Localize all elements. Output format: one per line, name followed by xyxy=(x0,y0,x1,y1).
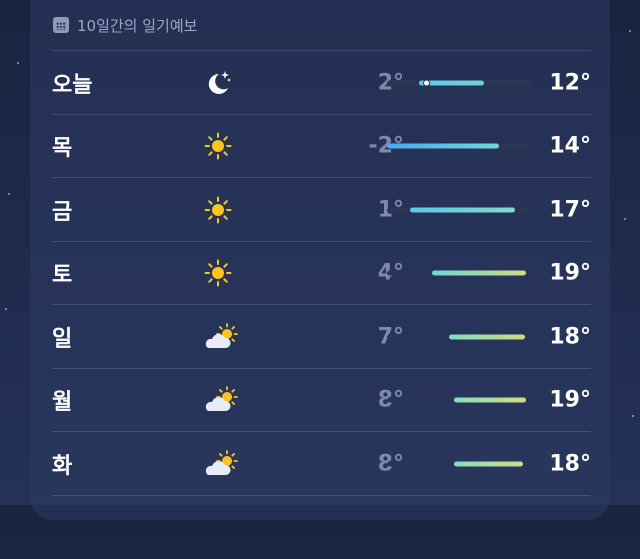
temp-range-bar xyxy=(387,397,532,403)
day-label: 오늘 xyxy=(52,72,93,98)
temp-range-bar xyxy=(387,270,532,276)
high-temp: 12° xyxy=(549,70,591,95)
high-temp: 14° xyxy=(549,133,591,159)
forecast-row[interactable]: 토 4° 19° xyxy=(52,240,591,305)
forecast-row[interactable]: 일 7° 18° xyxy=(52,304,591,368)
ten-day-forecast-card[interactable]: 10일간의 일기예보 오늘 2° 12° 목 -2° 14° 금 1° xyxy=(30,0,610,520)
star-decoration xyxy=(629,30,631,32)
moon-stars-icon xyxy=(202,67,234,99)
temp-range-bar xyxy=(387,79,532,86)
star-decoration xyxy=(632,415,634,417)
star-decoration xyxy=(17,62,19,64)
temp-range-fill xyxy=(449,334,525,339)
day-label: 일 xyxy=(52,326,73,352)
forecast-row[interactable]: 목 -2° 14° xyxy=(52,113,591,178)
temp-range-bar xyxy=(387,334,532,339)
high-temp: 19° xyxy=(549,387,591,413)
forecast-title: 10일간의 일기예보 xyxy=(77,16,198,35)
forecast-row[interactable]: 화 8° 18° xyxy=(52,431,591,495)
sun-icon xyxy=(202,257,234,289)
calendar-icon xyxy=(53,17,69,33)
temp-range-fill xyxy=(410,207,515,212)
partly-cloudy-icon xyxy=(202,384,238,416)
temp-range-fill xyxy=(453,461,524,466)
forecast-row-divider xyxy=(52,494,591,559)
high-temp: 18° xyxy=(549,451,591,476)
star-decoration xyxy=(5,308,7,310)
high-temp: 18° xyxy=(549,324,591,349)
sun-icon xyxy=(202,130,234,162)
high-temp: 19° xyxy=(549,260,591,286)
day-label: 화 xyxy=(52,453,73,479)
forecast-header: 10일간의 일기예보 xyxy=(53,10,197,40)
day-label: 금 xyxy=(52,199,73,225)
forecast-row[interactable]: 오늘 2° 12° xyxy=(52,50,591,114)
temp-range-fill xyxy=(431,270,527,276)
temp-range-fill xyxy=(387,143,499,149)
temp-range-bar xyxy=(387,461,532,466)
partly-cloudy-icon xyxy=(202,448,238,480)
temp-range-fill xyxy=(453,397,527,403)
day-label: 토 xyxy=(52,263,73,288)
partly-cloudy-icon xyxy=(202,321,238,353)
sun-icon xyxy=(202,194,234,226)
star-decoration xyxy=(8,193,10,195)
forecast-row[interactable]: 금 1° 17° xyxy=(52,177,591,241)
star-decoration xyxy=(624,218,626,220)
day-label: 목 xyxy=(52,136,73,161)
temp-range-bar xyxy=(387,207,532,212)
temp-range-bar xyxy=(387,143,532,149)
day-label: 월 xyxy=(52,390,73,415)
high-temp: 17° xyxy=(549,197,591,222)
forecast-row[interactable]: 월 8° 19° xyxy=(52,367,591,432)
